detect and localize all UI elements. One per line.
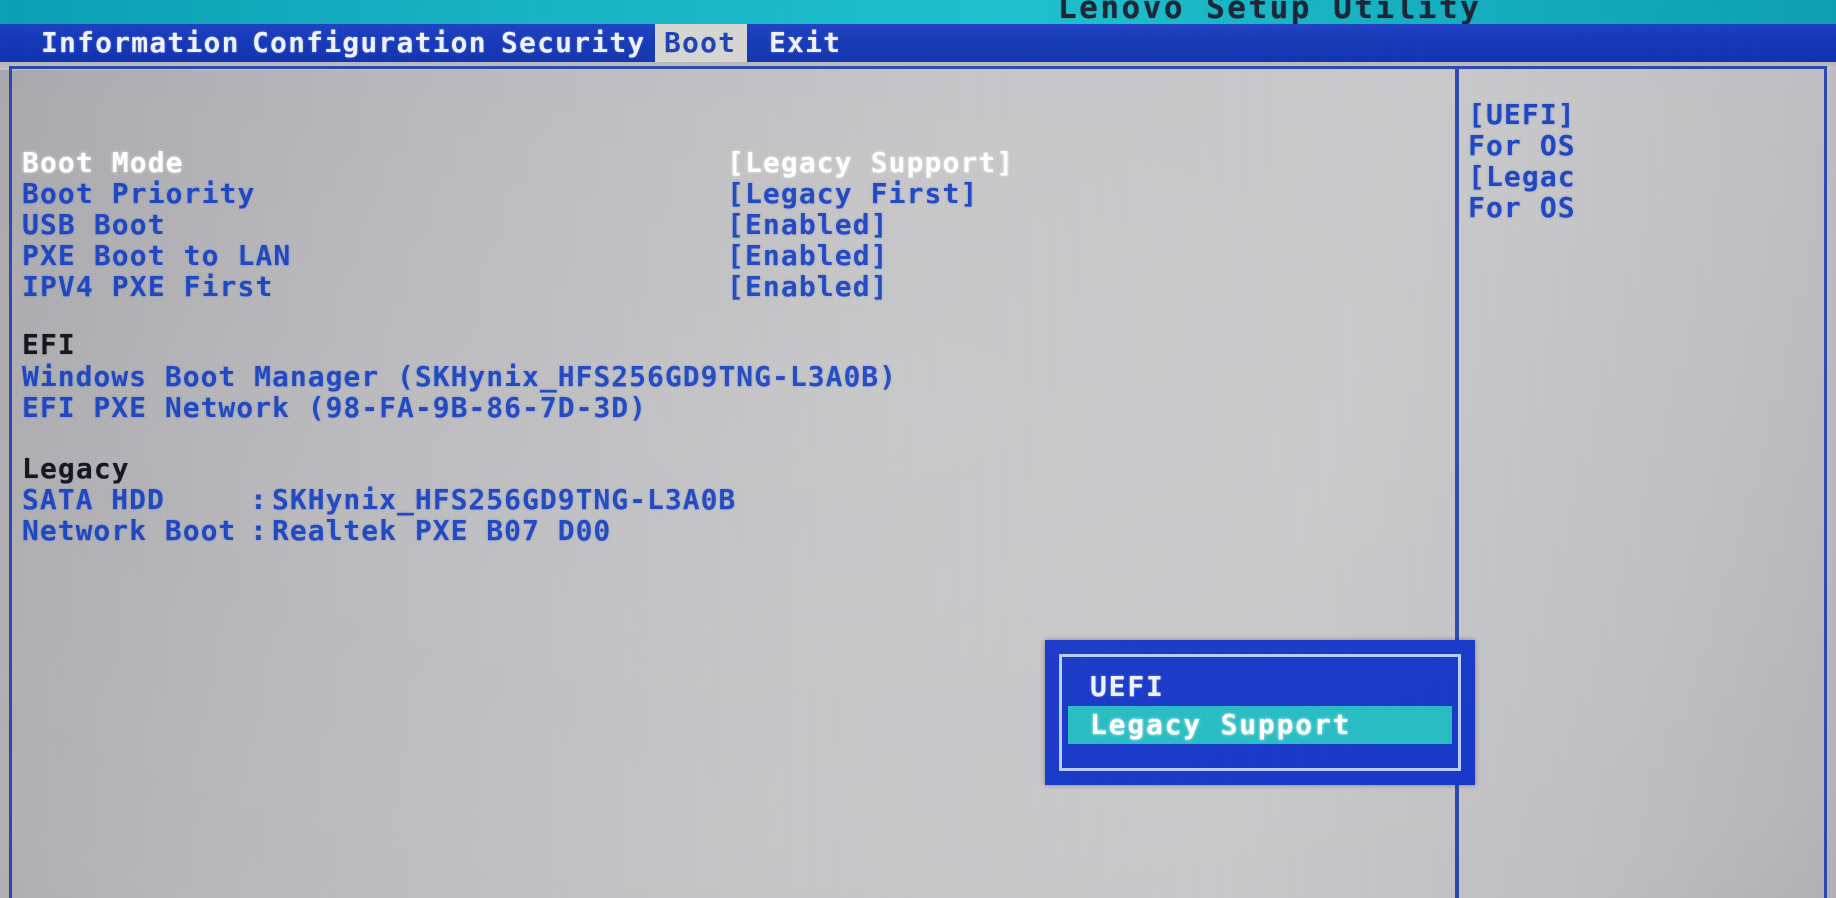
setting-value[interactable]: [Enabled] bbox=[727, 208, 889, 241]
boot-device-name: EFI PXE Network (98-FA-9B-86-7D-3D) bbox=[22, 391, 648, 424]
menu-tab-boot[interactable]: Boot bbox=[655, 24, 747, 62]
help-pane: [UEFI] For OS [Legac For OS bbox=[1459, 70, 1836, 898]
setting-value[interactable]: [Enabled] bbox=[727, 239, 889, 272]
boot-device-detail: Realtek PXE B07 D00 bbox=[272, 514, 612, 547]
boot-device-name: SATA HDD bbox=[22, 483, 165, 516]
help-text-line: For OS bbox=[1468, 191, 1576, 224]
boot-device-detail: SKHynix_HFS256GD9TNG-L3A0B bbox=[272, 483, 737, 516]
setting-row[interactable]: Boot Mode [Legacy Support] bbox=[22, 146, 1422, 179]
setting-label: PXE Boot to LAN bbox=[22, 239, 292, 272]
help-text-line: [Legac bbox=[1468, 160, 1576, 193]
setting-value[interactable]: [Legacy First] bbox=[727, 177, 978, 210]
menu-tab-information[interactable]: Information bbox=[32, 24, 238, 62]
app-title: Lenovo Setup Utility bbox=[1058, 0, 1482, 24]
help-text-line: [UEFI] bbox=[1468, 98, 1576, 131]
setting-label: Boot Mode bbox=[22, 146, 184, 179]
setting-label: IPV4 PXE First bbox=[22, 270, 274, 303]
help-text-line: For OS bbox=[1468, 129, 1576, 162]
menu-bar: Information Configuration Security Boot Exit bbox=[0, 24, 1836, 62]
menu-tab-security[interactable]: Security bbox=[492, 24, 648, 62]
menu-tab-exit[interactable]: Exit bbox=[760, 24, 844, 62]
boot-group-heading: EFI bbox=[22, 328, 76, 361]
setting-value[interactable]: [Legacy Support] bbox=[727, 146, 1014, 179]
title-band: Lenovo Setup Utility bbox=[0, 0, 1836, 24]
setting-row[interactable]: USB Boot [Enabled] bbox=[22, 208, 1422, 241]
setting-row[interactable]: Boot Priority [Legacy First] bbox=[22, 177, 1422, 210]
boot-group-heading: Legacy bbox=[22, 452, 130, 485]
dropdown-option-uefi[interactable]: UEFI bbox=[1068, 668, 1452, 706]
setting-label: USB Boot bbox=[22, 208, 166, 241]
boot-device-name: Windows Boot Manager (SKHynix_HFS256GD9T… bbox=[22, 360, 898, 393]
setting-row[interactable]: PXE Boot to LAN [Enabled] bbox=[22, 239, 1422, 272]
boot-device-separator: : bbox=[250, 514, 268, 547]
setting-row[interactable]: IPV4 PXE First [Enabled] bbox=[22, 270, 1422, 303]
boot-device-name: Network Boot bbox=[22, 514, 237, 547]
dropdown-inner-border: UEFI Legacy Support bbox=[1059, 654, 1461, 771]
boot-mode-dropdown[interactable]: UEFI Legacy Support bbox=[1045, 640, 1475, 785]
setting-label: Boot Priority bbox=[22, 177, 256, 210]
bios-setup-screen: Lenovo Setup Utility Information Configur… bbox=[0, 0, 1836, 898]
menu-tab-configuration[interactable]: Configuration bbox=[243, 24, 486, 62]
dropdown-option-legacy-support[interactable]: Legacy Support bbox=[1068, 706, 1452, 744]
setting-value[interactable]: [Enabled] bbox=[727, 270, 889, 303]
boot-device-separator: : bbox=[250, 483, 268, 516]
